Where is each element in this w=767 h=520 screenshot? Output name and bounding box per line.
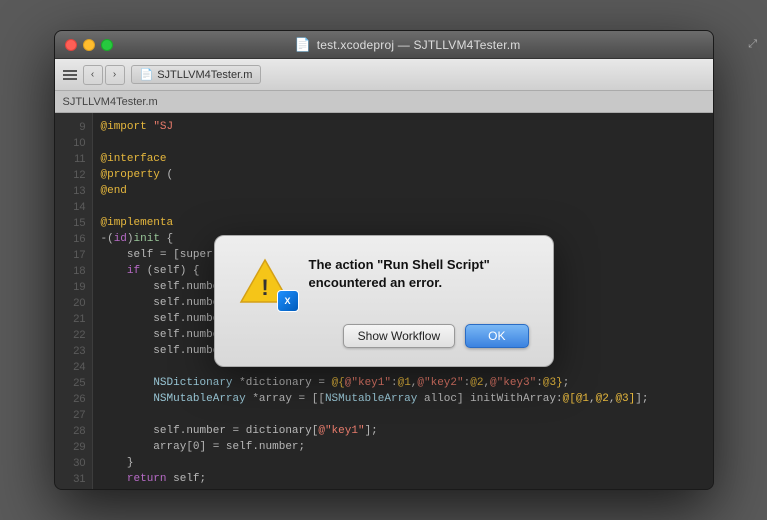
back-button[interactable]: ‹	[83, 65, 103, 85]
file-tab-icon: 📄	[140, 68, 154, 81]
forward-button[interactable]: ›	[105, 65, 125, 85]
show-workflow-button[interactable]: Show Workflow	[343, 324, 455, 348]
minimize-button[interactable]	[83, 39, 95, 51]
toolbar: ‹ › 📄 SJTLLVM4Tester.m	[55, 59, 713, 91]
traffic-lights	[65, 39, 113, 51]
ok-button[interactable]: OK	[465, 324, 528, 348]
maximize-button[interactable]	[101, 39, 113, 51]
window-title: test.xcodeproj — SJTLLVM4Tester.m	[317, 38, 521, 52]
title-bar-center: 📄 test.xcodeproj — SJTLLVM4Tester.m ⤢	[113, 37, 703, 53]
file-tab[interactable]: 📄 SJTLLVM4Tester.m	[131, 65, 262, 84]
dialog-message: The action "Run Shell Script" encountere…	[309, 256, 529, 292]
xcode-badge: X	[277, 290, 299, 312]
svg-text:!: !	[261, 275, 268, 300]
dialog-text: The action "Run Shell Script" encountere…	[309, 256, 529, 292]
file-icon: 📄	[295, 37, 311, 53]
file-tab-label: SJTLLVM4Tester.m	[157, 69, 252, 81]
dialog-content: ! X The action "Run Shell Script" encoun…	[239, 256, 529, 310]
secondary-toolbar: SJTLLVM4Tester.m	[55, 91, 713, 113]
lines-icon[interactable]	[63, 70, 77, 80]
nav-buttons: ‹ ›	[83, 65, 125, 85]
dialog-buttons: Show Workflow OK	[239, 324, 529, 348]
close-button[interactable]	[65, 39, 77, 51]
main-window: 📄 test.xcodeproj — SJTLLVM4Tester.m ⤢ ‹ …	[54, 30, 714, 490]
breadcrumb: SJTLLVM4Tester.m	[63, 96, 158, 108]
warning-icon-wrapper: ! X	[239, 256, 293, 310]
title-bar: 📄 test.xcodeproj — SJTLLVM4Tester.m ⤢	[55, 31, 713, 59]
error-dialog: ! X The action "Run Shell Script" encoun…	[214, 235, 554, 367]
dialog-overlay: ! X The action "Run Shell Script" encoun…	[55, 113, 713, 489]
editor-area: 9 10 11 12 13 14 15 16 17 18 19 20 21 22…	[55, 113, 713, 489]
